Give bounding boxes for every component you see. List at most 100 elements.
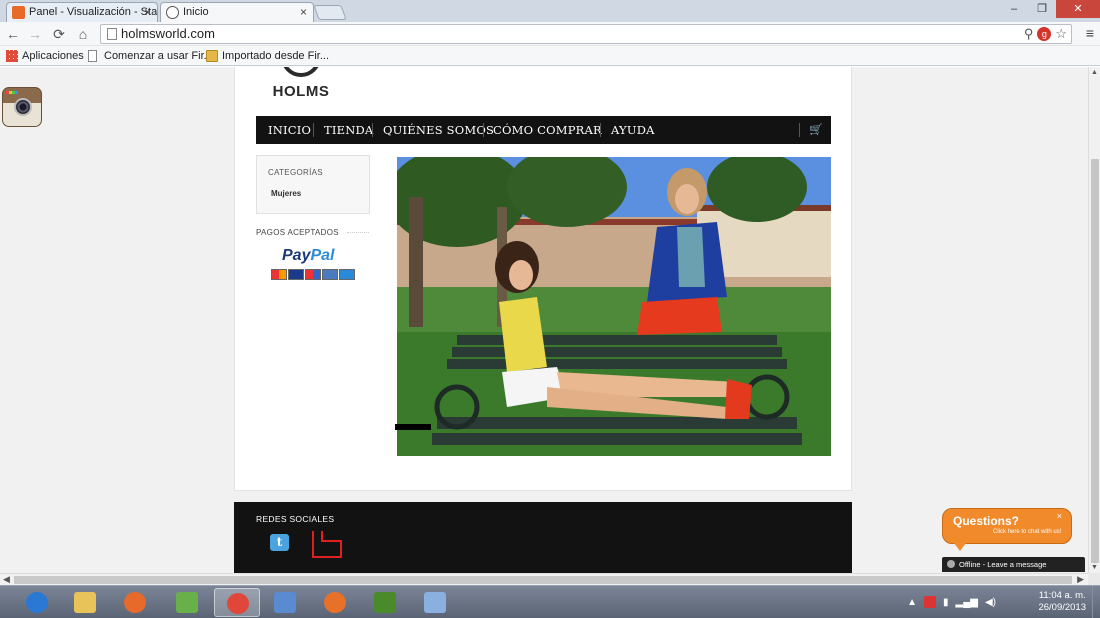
battery-icon[interactable]: ▮ bbox=[943, 597, 949, 608]
clock-time: 11:04 a. m. bbox=[1038, 590, 1086, 601]
category-link-mujeres[interactable]: Mujeres bbox=[271, 189, 301, 198]
main-nav: INICIO TIENDA QUIÉNES SOMOS CÓMO COMPRAR… bbox=[256, 116, 831, 144]
bookmarks-bar: Aplicaciones Comenzar a usar Fir... Impo… bbox=[0, 46, 1100, 66]
folder-icon bbox=[206, 50, 218, 62]
taskbar-chrome[interactable] bbox=[214, 588, 260, 617]
taskbar-firefox[interactable] bbox=[312, 588, 358, 617]
site-logo[interactable]: HOLMS bbox=[271, 67, 331, 103]
forward-button[interactable]: → bbox=[26, 25, 44, 43]
taskbar-webs-app[interactable] bbox=[164, 588, 210, 617]
reload-button[interactable]: ⟳ bbox=[50, 25, 68, 43]
chat-icon bbox=[947, 560, 955, 568]
taskbar-internet-explorer[interactable] bbox=[14, 588, 60, 617]
volume-icon[interactable]: ◀) bbox=[985, 597, 996, 608]
minimize-button[interactable]: – bbox=[1000, 0, 1028, 18]
amex-icon bbox=[339, 269, 355, 280]
nav-inicio[interactable]: INICIO bbox=[268, 116, 311, 144]
mastercard-icon bbox=[271, 269, 287, 280]
close-icon[interactable]: × bbox=[300, 3, 307, 21]
nav-quienes-somos[interactable]: QUIÉNES SOMOS bbox=[383, 116, 494, 144]
panel-favicon-icon bbox=[12, 6, 25, 19]
star-icon[interactable]: ☆ bbox=[1055, 26, 1067, 42]
categories-box: CATEGORÍAS Mujeres bbox=[256, 155, 370, 214]
new-tab-button[interactable] bbox=[313, 5, 347, 20]
system-tray: ▲ ▮ ▂▄▆ ◀) bbox=[907, 596, 996, 608]
close-icon[interactable]: × bbox=[144, 3, 151, 21]
close-window-button[interactable]: ✕ bbox=[1056, 0, 1100, 18]
nav-separator bbox=[799, 123, 800, 137]
site-footer: REDES SOCIALES t bbox=[234, 502, 852, 573]
chat-questions-bubble[interactable]: Questions? Click here to chat with us! × bbox=[942, 508, 1072, 544]
nav-separator bbox=[372, 123, 373, 137]
logo-ring bbox=[281, 67, 321, 77]
scroll-down-icon[interactable]: ▼ bbox=[1091, 564, 1098, 571]
visa-icon bbox=[288, 269, 304, 280]
nav-separator bbox=[600, 123, 601, 137]
scroll-thumb[interactable] bbox=[1091, 159, 1099, 563]
apps-grid-icon bbox=[6, 50, 18, 62]
site-page: HOLMS INICIO TIENDA QUIÉNES SOMOS CÓMO C… bbox=[234, 67, 852, 491]
tray-app-icon[interactable] bbox=[923, 596, 936, 608]
nav-como-comprar[interactable]: CÓMO COMPRAR bbox=[493, 116, 602, 144]
nav-tienda[interactable]: TIENDA bbox=[324, 116, 373, 144]
file-explorer-icon bbox=[74, 592, 96, 613]
scroll-right-icon[interactable]: ▶ bbox=[1077, 574, 1084, 585]
scroll-left-icon[interactable]: ◀ bbox=[3, 574, 10, 585]
categories-title: CATEGORÍAS bbox=[268, 168, 323, 177]
bookmark-importado[interactable]: Importado desde Fir... bbox=[206, 49, 329, 63]
home-button[interactable]: ⌂ bbox=[74, 25, 92, 43]
bookmark-apps[interactable]: Aplicaciones bbox=[6, 49, 84, 63]
chat-offline-bar[interactable]: Offline - Leave a message bbox=[942, 557, 1085, 572]
search-icon[interactable]: ⚲ bbox=[1024, 26, 1034, 42]
tray-expand-icon[interactable]: ▲ bbox=[907, 597, 917, 608]
taskbar-clock[interactable]: 11:04 a. m. 26/09/2013 bbox=[1038, 590, 1086, 614]
nav-ayuda[interactable]: AYUDA bbox=[611, 116, 655, 144]
taskbar-file-explorer[interactable] bbox=[62, 588, 108, 617]
back-button[interactable]: ← bbox=[4, 25, 22, 43]
scroll-up-icon[interactable]: ▲ bbox=[1091, 69, 1098, 76]
cart-icon[interactable]: 🛒 bbox=[809, 123, 823, 136]
chat-bubble-tail bbox=[954, 543, 966, 551]
globe-icon bbox=[166, 6, 179, 19]
network-icon[interactable]: ▂▄▆ bbox=[956, 597, 978, 608]
twitter-icon[interactable]: t bbox=[270, 534, 289, 551]
bookmark-label: Aplicaciones bbox=[22, 50, 84, 62]
page-icon bbox=[107, 28, 117, 40]
menu-icon[interactable]: ≡ bbox=[1086, 25, 1094, 41]
webs-app-icon bbox=[176, 592, 198, 613]
maestro-icon bbox=[305, 269, 321, 280]
window-controls: – ❐ ✕ bbox=[1000, 0, 1100, 20]
show-desktop-button[interactable] bbox=[1092, 586, 1100, 618]
close-icon[interactable]: × bbox=[1057, 511, 1062, 521]
bookmark-label: Importado desde Fir... bbox=[222, 50, 329, 62]
page-viewport: HOLMS INICIO TIENDA QUIÉNES SOMOS CÓMO C… bbox=[0, 67, 1088, 573]
firefox-icon bbox=[324, 592, 346, 613]
tab-title: Inicio bbox=[183, 6, 209, 18]
bookmark-comenzar[interactable]: Comenzar a usar Fir... bbox=[88, 49, 213, 63]
chrome-icon bbox=[227, 593, 249, 614]
hero-image[interactable] bbox=[397, 157, 831, 456]
vertical-scrollbar[interactable]: ▲ ▼ bbox=[1088, 67, 1100, 573]
taskbar-paint-app[interactable] bbox=[112, 588, 158, 617]
scroll-thumb[interactable] bbox=[14, 576, 1072, 584]
windows-taskbar: ▲ ▮ ▂▄▆ ◀) 11:04 a. m. 26/09/2013 bbox=[0, 585, 1100, 618]
extension-icon[interactable]: g bbox=[1037, 27, 1052, 41]
instagram-icon[interactable] bbox=[2, 87, 42, 127]
paint-app-icon bbox=[124, 592, 146, 613]
horizontal-scrollbar[interactable]: ◀ ▶ bbox=[0, 573, 1088, 585]
payments-title: PAGOS ACEPTADOS bbox=[256, 228, 339, 237]
taskbar-dreamweaver[interactable] bbox=[362, 588, 408, 617]
chat-status: Offline - Leave a message bbox=[959, 560, 1047, 569]
chat-title: Questions? bbox=[953, 514, 1020, 528]
restore-button[interactable]: ❐ bbox=[1028, 0, 1056, 18]
tab-inicio[interactable]: Inicio × bbox=[160, 2, 314, 22]
virtualbox-icon bbox=[424, 592, 446, 613]
taskbar-remote-desktop[interactable] bbox=[262, 588, 308, 617]
taskbar-virtualbox[interactable] bbox=[412, 588, 458, 617]
tab-title: Panel - Visualización - Sta bbox=[29, 6, 158, 18]
tab-panel[interactable]: Panel - Visualización - Sta × bbox=[6, 2, 158, 22]
chat-subtitle: Click here to chat with us! bbox=[993, 529, 1062, 535]
address-bar[interactable]: holmsworld.com ⚲ g ☆ bbox=[100, 24, 1072, 44]
image-overlay-bar bbox=[395, 424, 431, 430]
paypal-logo: PayPal bbox=[282, 247, 334, 265]
